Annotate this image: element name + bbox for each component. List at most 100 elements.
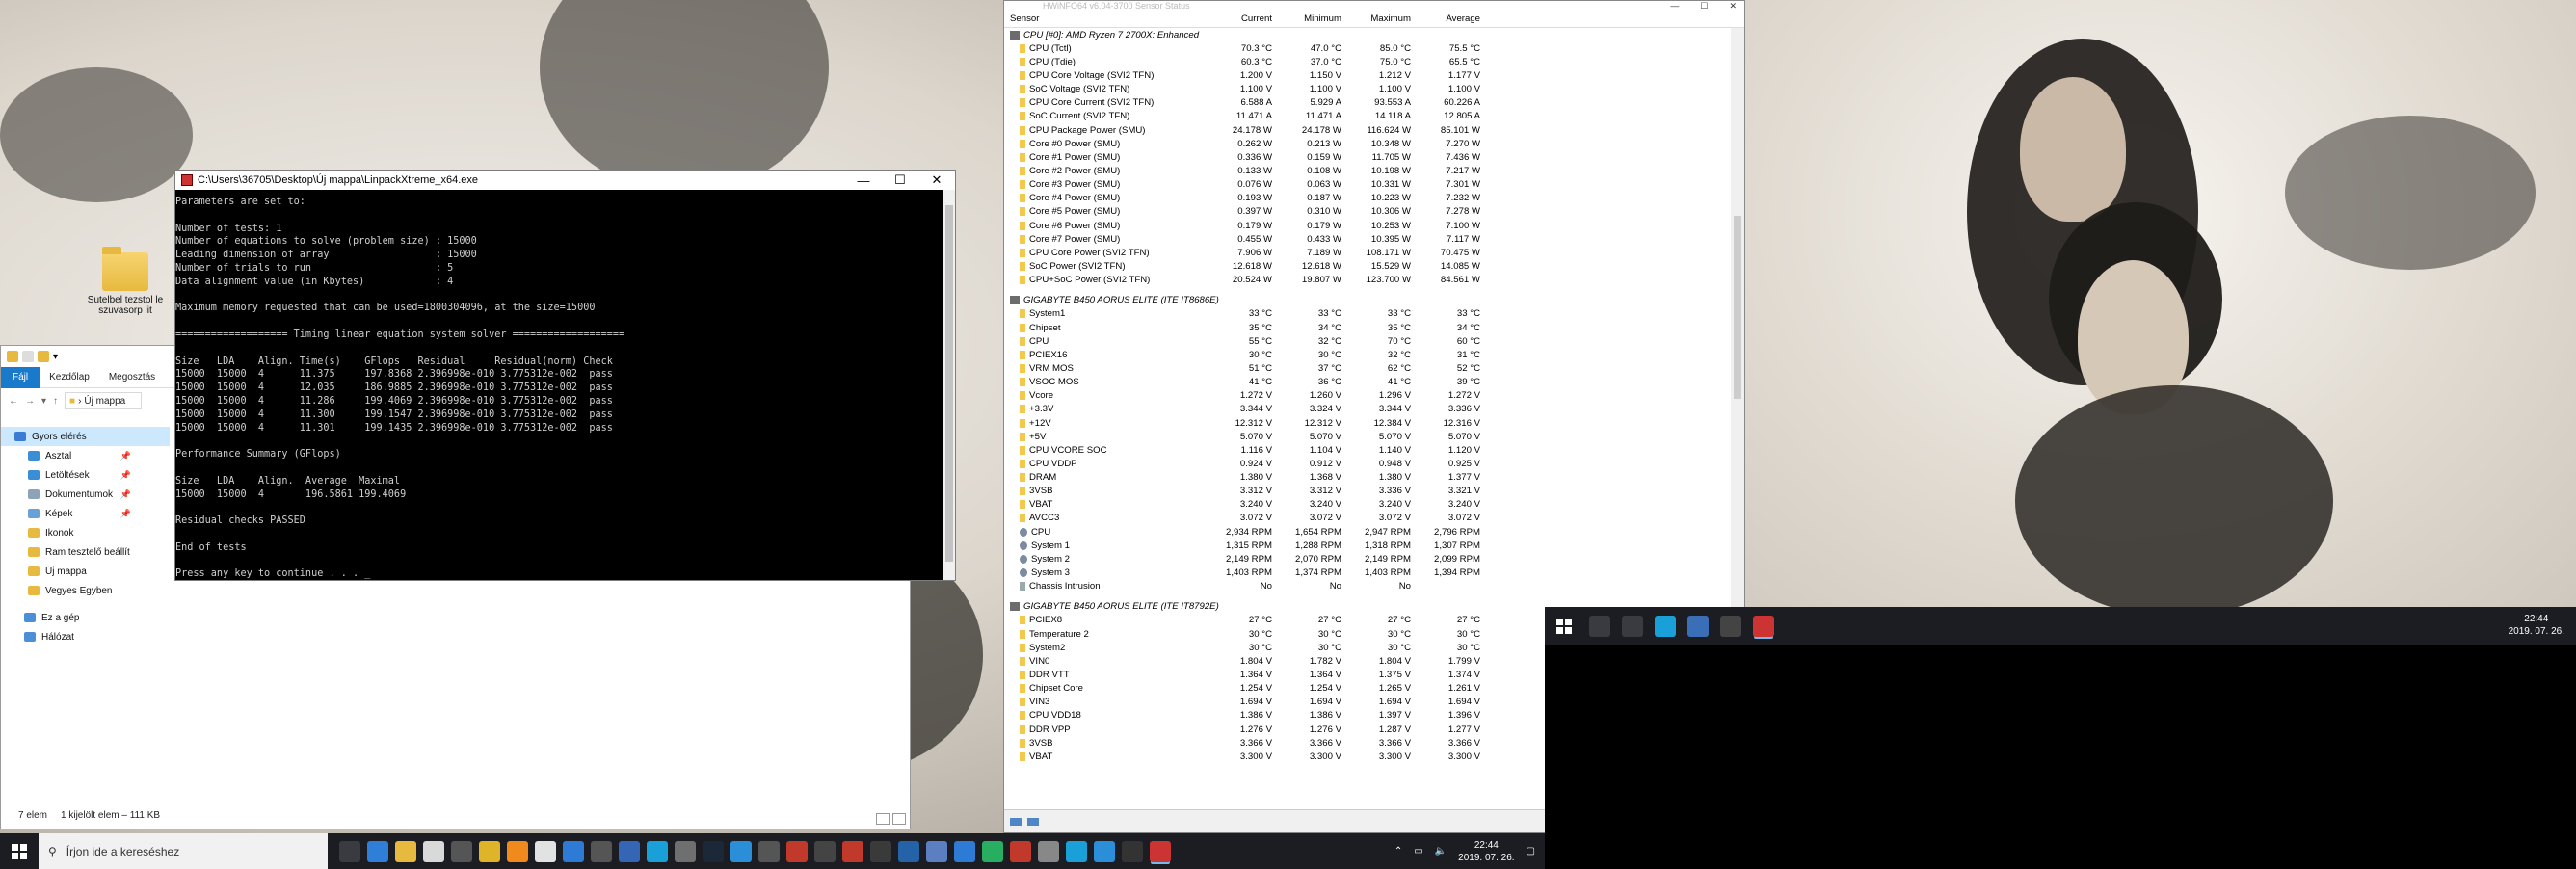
col-average[interactable]: Average [1411, 13, 1480, 24]
app-icon-6[interactable] [758, 840, 780, 862]
hwinfo-icon[interactable] [619, 840, 640, 862]
address-path[interactable]: ■ › Új mappa [65, 392, 143, 409]
chrome-icon[interactable] [479, 840, 500, 862]
tab-home[interactable]: Kezdőlap [40, 372, 99, 382]
sensor-row[interactable]: PCIEX16 30 °C 30 °C 32 °C 31 °C [1004, 348, 1732, 361]
sensor-row[interactable]: CPU 55 °C 32 °C 70 °C 60 °C [1004, 334, 1732, 348]
close-icon[interactable]: ✕ [1729, 1, 1737, 11]
tab-share[interactable]: Megosztás [99, 372, 165, 382]
nav-item[interactable]: Gyors elérés [1, 427, 170, 446]
app-icon-17[interactable] [1122, 840, 1143, 862]
sensor-row[interactable]: System 1 1,315 RPM 1,288 RPM 1,318 RPM 1,307… [1004, 539, 1732, 552]
start-button[interactable] [0, 833, 39, 869]
linpack-icon[interactable] [1150, 840, 1171, 862]
nav-item[interactable]: Asztal 📌 [1, 446, 170, 465]
nav-item[interactable]: Vegyes Egyben [1, 581, 170, 600]
up-icon[interactable]: ↑ [53, 396, 58, 407]
sensor-row[interactable]: Core #3 Power (SMU) 0.076 W 0.063 W 10.331 … [1004, 178, 1732, 192]
volume-icon[interactable]: 🔈 [1435, 846, 1447, 856]
sensor-row[interactable]: Core #5 Power (SMU) 0.397 W 0.310 W 10.306 … [1004, 205, 1732, 219]
clock[interactable]: 22:44 2019. 07. 26. [2509, 613, 2564, 638]
app-icon-14[interactable] [1038, 840, 1059, 862]
nav-item[interactable]: Új mappa [1, 562, 170, 581]
app-icon-3[interactable] [647, 840, 668, 862]
sensor-row[interactable]: CPU Package Power (SMU) 24.178 W 24.178 W 1… [1004, 123, 1732, 137]
sensor-row[interactable]: CPU Core Voltage (SVI2 TFN) 1.200 V 1.150 … [1004, 68, 1732, 82]
details-view-icon[interactable] [876, 813, 890, 825]
sensor-row[interactable]: 3VSB 3.312 V 3.312 V 3.336 V 3.321 V [1004, 485, 1732, 498]
sensor-row[interactable]: SoC Power (SVI2 TFN) 12.618 W 12.618 W 15.5… [1004, 259, 1732, 273]
col-current[interactable]: Current [1203, 13, 1272, 24]
console-titlebar[interactable]: C:\Users\36705\Desktop\Új mappa\LinpackX… [175, 171, 955, 190]
sensor-group-header[interactable]: CPU [#0]: AMD Ryzen 7 2700X: Enhanced [1004, 28, 1732, 41]
nav-item[interactable]: Hálózat [1, 627, 170, 646]
task-view-icon[interactable] [339, 840, 360, 862]
back-icon[interactable]: ← [9, 396, 18, 407]
taskbar-search[interactable]: ⚲ Írjon ide a kereséshez [39, 833, 328, 869]
clock[interactable]: 22:44 2019. 07. 26. [1458, 839, 1514, 864]
sensor-row[interactable]: Chassis Intrusion No No No [1004, 580, 1732, 593]
properties-icon[interactable] [22, 351, 34, 362]
arrows-icon-2[interactable] [1027, 817, 1039, 826]
app-icon-2[interactable] [563, 840, 584, 862]
arrows-icon[interactable] [1010, 817, 1022, 826]
minimize-icon[interactable]: — [1670, 1, 1679, 11]
app-icon-1[interactable] [535, 840, 556, 862]
nav-item[interactable]: Ram tesztelő beállít [1, 542, 170, 562]
app-icon-7[interactable] [814, 840, 836, 862]
sensor-row[interactable]: CPU (Tctl) 70.3 °C 47.0 °C 85.0 °C 75.5 °C [1004, 41, 1732, 55]
app-icon-12[interactable] [982, 840, 1003, 862]
sensor-row[interactable]: AVCC3 3.072 V 3.072 V 3.072 V 3.072 V [1004, 512, 1732, 525]
app-icon-c[interactable] [1720, 616, 1741, 637]
tab-file[interactable]: Fájl [1, 366, 40, 388]
nav-item[interactable]: Ikonok [1, 523, 170, 542]
app-icon-10[interactable] [926, 840, 947, 862]
calculator-icon[interactable] [591, 840, 612, 862]
console-output[interactable]: Parameters are set to: Number of tests: … [175, 190, 943, 580]
nav-item[interactable]: Letöltések 📌 [1, 465, 170, 485]
scrollbar-thumb[interactable] [1734, 216, 1741, 399]
console-scrollbar[interactable] [943, 190, 955, 580]
sensor-row[interactable]: System1 33 °C 33 °C 33 °C 33 °C [1004, 307, 1732, 321]
app-icon-15[interactable] [1066, 840, 1087, 862]
large-icons-view-icon[interactable] [892, 813, 906, 825]
app-icon-8[interactable] [870, 840, 891, 862]
vlc-icon[interactable] [507, 840, 528, 862]
linpack-icon[interactable] [1753, 616, 1774, 637]
sensor-row[interactable]: CPU 2,934 RPM 1,654 RPM 2,947 RPM 2,796 RPM [1004, 525, 1732, 539]
maximize-icon[interactable]: ☐ [882, 172, 918, 188]
sensor-row[interactable]: Core #4 Power (SMU) 0.193 W 0.187 W 10.223 … [1004, 192, 1732, 205]
app-icon-4[interactable] [675, 840, 696, 862]
chevron-down-icon[interactable]: ▾ [53, 352, 58, 362]
col-sensor[interactable]: Sensor [1010, 13, 1203, 24]
app-icon-b[interactable] [1687, 616, 1709, 637]
col-minimum[interactable]: Minimum [1272, 13, 1341, 24]
task-view-icon[interactable] [1622, 616, 1643, 637]
sensor-row[interactable]: SoC Voltage (SVI2 TFN) 1.100 V 1.100 V 1.10… [1004, 83, 1732, 96]
sensor-row[interactable]: +3.3V 3.344 V 3.324 V 3.344 V 3.336 V [1004, 403, 1732, 416]
app-icon-13[interactable] [1010, 840, 1031, 862]
start-button[interactable] [1545, 609, 1583, 645]
minimize-icon[interactable]: — [845, 173, 882, 188]
search-icon[interactable] [1589, 616, 1610, 637]
app-icon-9[interactable] [898, 840, 919, 862]
app-icon-5[interactable] [730, 840, 752, 862]
sensor-row[interactable]: System 2 2,149 RPM 2,070 RPM 2,149 RPM 2,099… [1004, 552, 1732, 566]
col-maximum[interactable]: Maximum [1341, 13, 1411, 24]
nav-item[interactable]: Ez a gép [1, 608, 170, 627]
sensor-row[interactable]: Core #7 Power (SMU) 0.455 W 0.433 W 10.395 … [1004, 232, 1732, 246]
notifications-icon[interactable]: ▢ [1527, 846, 1535, 856]
sensor-row[interactable]: Chipset 35 °C 34 °C 35 °C 34 °C [1004, 321, 1732, 334]
sensor-row[interactable]: System 3 1,403 RPM 1,374 RPM 1,403 RPM 1,394… [1004, 566, 1732, 579]
store-icon[interactable] [423, 840, 444, 862]
network-icon[interactable]: ▭ [1414, 846, 1422, 856]
sensor-row[interactable]: VRM MOS 51 °C 37 °C 62 °C 52 °C [1004, 361, 1732, 375]
console-window[interactable]: C:\Users\36705\Desktop\Új mappa\LinpackX… [174, 170, 956, 581]
maximize-icon[interactable]: ☐ [1700, 1, 1708, 11]
sensor-row[interactable]: CPU+SoC Power (SVI2 TFN) 20.524 W 19.807 W… [1004, 274, 1732, 287]
sensor-row[interactable]: Core #0 Power (SMU) 0.262 W 0.213 W 10.348 … [1004, 137, 1732, 150]
recent-icon[interactable]: ▾ [41, 396, 46, 407]
sensor-row[interactable]: Core #2 Power (SMU) 0.133 W 0.108 W 10.198 … [1004, 164, 1732, 177]
sensor-row[interactable]: +12V 12.312 V 12.312 V 12.384 V 12.316 V [1004, 416, 1732, 430]
record-icon[interactable] [842, 840, 863, 862]
